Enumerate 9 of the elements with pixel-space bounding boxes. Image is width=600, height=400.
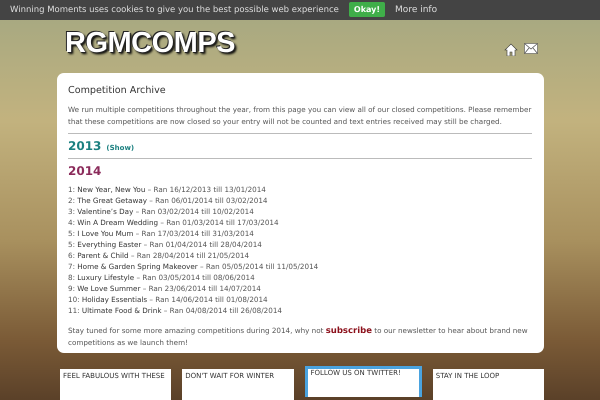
more-info-link[interactable]: More info	[395, 4, 438, 15]
mail-icon[interactable]	[524, 42, 538, 54]
year-heading[interactable]: 2014	[68, 164, 102, 178]
year-heading[interactable]: 2013	[68, 138, 102, 152]
cookie-message: Winning Moments uses cookies to give you the best possible web experience	[10, 4, 339, 15]
okay-button[interactable]: Okay!	[348, 2, 386, 18]
archive-title: Competition Archive	[68, 84, 167, 96]
home-icon[interactable]	[504, 42, 518, 56]
subscribe-link[interactable]: subscribe	[326, 326, 372, 336]
